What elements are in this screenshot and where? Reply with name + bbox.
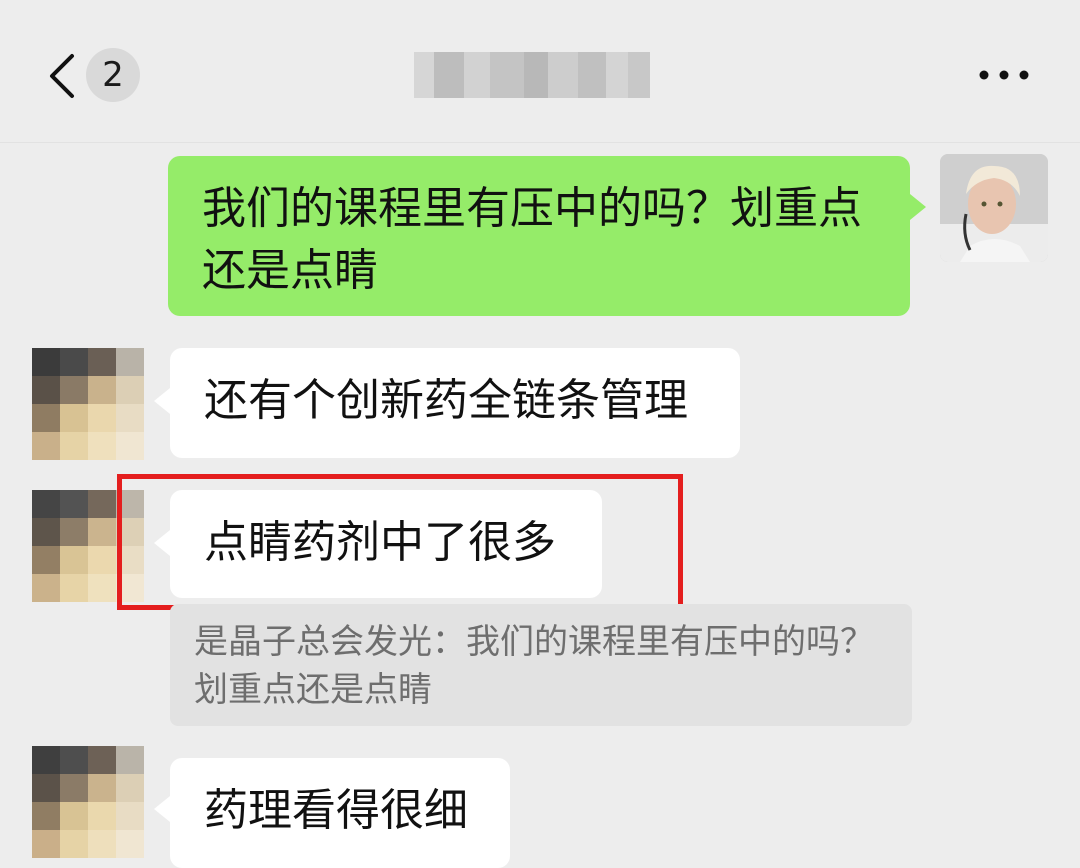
message-bubble-incoming[interactable]: 还有个创新药全链条管理	[170, 348, 740, 458]
message-bubble-incoming[interactable]: 药理看得很细	[170, 758, 510, 868]
contact-avatar-blurred[interactable]	[32, 746, 144, 858]
contact-avatar-blurred[interactable]	[32, 348, 144, 460]
message-text: 药理看得很细	[204, 785, 468, 836]
person-photo-icon	[940, 154, 1048, 262]
quoted-reply[interactable]: 是晶子总会发光：我们的课程里有压中的吗？划重点还是点睛	[170, 604, 912, 726]
red-highlight-box	[117, 474, 683, 610]
bubble-tail	[154, 388, 170, 414]
bubble-tail	[154, 796, 170, 822]
chat-header: 2	[0, 0, 1080, 143]
bubble-tail	[910, 194, 926, 220]
quote-text: 是晶子总会发光：我们的课程里有压中的吗？划重点还是点睛	[194, 622, 874, 710]
more-dots-icon[interactable]	[976, 60, 1032, 90]
chevron-left-icon[interactable]	[42, 52, 90, 100]
message-text: 还有个创新药全链条管理	[204, 375, 688, 426]
my-avatar[interactable]	[940, 154, 1048, 262]
message-text: 我们的课程里有压中的吗？划重点还是点睛	[202, 183, 862, 296]
chat-title-blurred	[414, 52, 650, 98]
message-bubble-outgoing[interactable]: 我们的课程里有压中的吗？划重点还是点睛	[168, 156, 910, 316]
unread-count-badge[interactable]: 2	[86, 48, 140, 102]
